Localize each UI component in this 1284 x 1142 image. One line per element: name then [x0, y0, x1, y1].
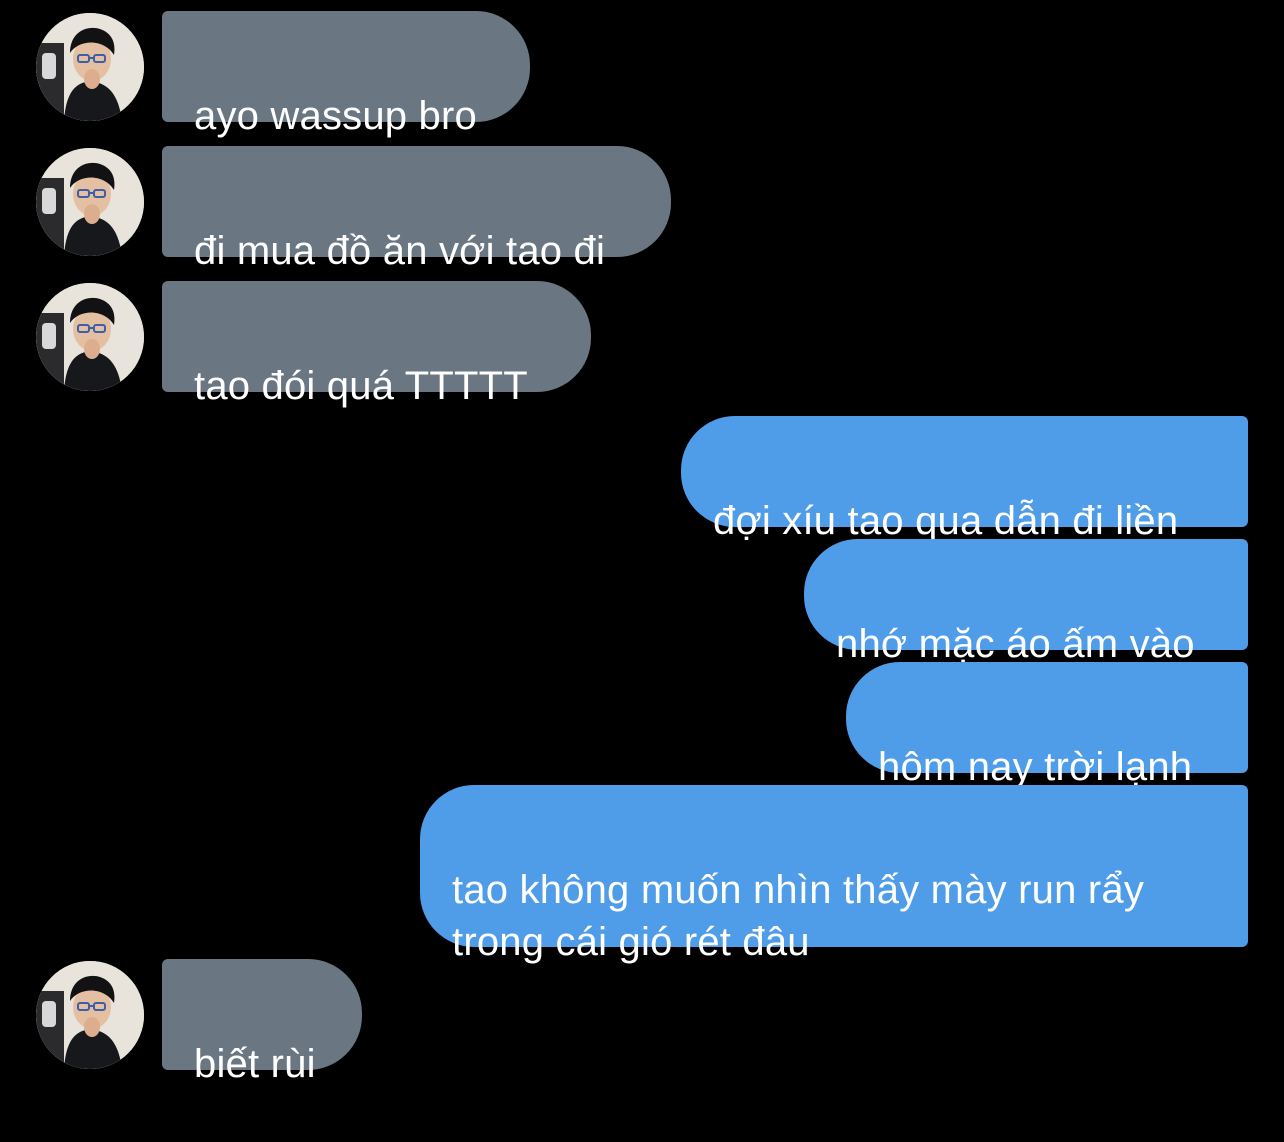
message-text: tao đói quá TTTTT: [194, 364, 528, 408]
message-text: biết rùi: [194, 1042, 316, 1086]
message-thread[interactable]: ayo wassup bro đi mua đồ ăn với tao đi t…: [0, 0, 1284, 1109]
message-text: đi mua đồ ăn với tao đi: [194, 229, 606, 273]
message-bubble-incoming[interactable]: biết rùi: [162, 959, 362, 1086]
message-bubble-incoming[interactable]: tao đói quá TTTTT: [162, 281, 591, 408]
message-text: tao không muốn nhìn thấy mày run rẩy tro…: [452, 868, 1145, 964]
contact-avatar[interactable]: [36, 13, 144, 121]
contact-avatar[interactable]: [36, 283, 144, 391]
message-bubble-outgoing[interactable]: nhớ mặc áo ấm vào: [804, 539, 1248, 666]
profile-photo-icon: [36, 961, 144, 1069]
profile-photo-icon: [36, 148, 144, 256]
message-bubble-outgoing[interactable]: hôm nay trời lạnh: [846, 662, 1248, 789]
message-bubble-outgoing[interactable]: tao không muốn nhìn thấy mày run rẩy tro…: [420, 785, 1248, 964]
profile-photo-icon: [36, 13, 144, 121]
contact-avatar[interactable]: [36, 961, 144, 1069]
message-bubble-incoming[interactable]: ayo wassup bro: [162, 11, 530, 138]
message-bubble-incoming[interactable]: đi mua đồ ăn với tao đi: [162, 146, 671, 273]
contact-avatar[interactable]: [36, 148, 144, 256]
message-bubble-outgoing[interactable]: đợi xíu tao qua dẫn đi liền: [681, 416, 1248, 543]
profile-photo-icon: [36, 283, 144, 391]
message-text: ayo wassup bro: [194, 94, 477, 138]
